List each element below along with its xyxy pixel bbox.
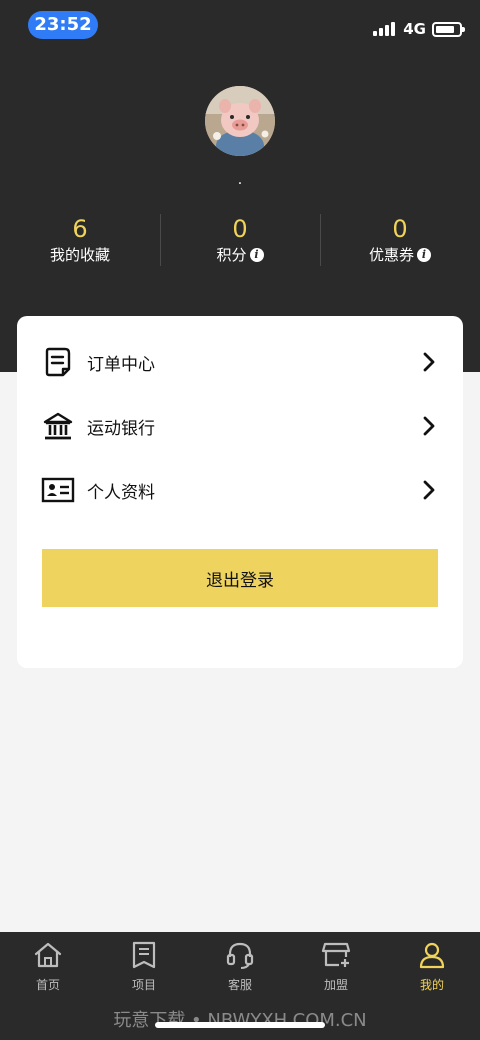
signal-icon bbox=[373, 22, 397, 36]
tab-label: 我的 bbox=[419, 978, 444, 992]
menu-item-orders[interactable]: 订单中心 bbox=[17, 330, 463, 394]
menu-item-sports-bank[interactable]: 运动银行 bbox=[17, 394, 463, 458]
logout-button[interactable]: 退出登录 bbox=[42, 549, 438, 607]
battery-level bbox=[436, 25, 454, 33]
stat-coupons[interactable]: 0 优惠券 i bbox=[320, 214, 480, 268]
menu-card: 订单中心 运动银行 个人资料 退出登录 bbox=[17, 316, 463, 668]
avatar[interactable] bbox=[205, 86, 275, 156]
chevron-right-icon bbox=[423, 416, 435, 436]
status-indicators: 4G bbox=[373, 18, 465, 40]
stat-value: 0 bbox=[392, 215, 408, 243]
tab-projects[interactable]: 项目 bbox=[96, 932, 192, 1004]
username: . bbox=[237, 172, 243, 188]
stats-row: 6 我的收藏 0 积分 i 0 优惠券 i bbox=[0, 214, 480, 268]
watermark-text: 玩意下载 • NBWYXH.COM.CN bbox=[113, 1010, 367, 1031]
home-icon bbox=[34, 942, 62, 968]
info-icon[interactable]: i bbox=[249, 248, 264, 262]
pig-avatar-icon bbox=[205, 86, 275, 156]
stat-favorites[interactable]: 6 我的收藏 bbox=[0, 214, 160, 268]
tab-label: 加盟 bbox=[323, 978, 348, 992]
info-icon[interactable]: i bbox=[417, 248, 431, 262]
tab-label: 首页 bbox=[35, 978, 60, 992]
order-document-icon bbox=[41, 345, 75, 379]
stat-label: 我的收藏 bbox=[49, 246, 110, 264]
stat-label: 积分 bbox=[216, 246, 247, 264]
tab-home[interactable]: 首页 bbox=[0, 932, 96, 1004]
tab-mine[interactable]: 我的 bbox=[384, 932, 480, 1004]
tab-label: 客服 bbox=[227, 978, 252, 992]
user-icon bbox=[419, 942, 445, 969]
project-icon bbox=[132, 941, 156, 969]
stat-value: 6 bbox=[72, 215, 88, 243]
stat-points[interactable]: 0 积分 i bbox=[160, 214, 320, 268]
battery-icon bbox=[432, 21, 465, 37]
tab-franchise[interactable]: 加盟 bbox=[288, 932, 384, 1004]
menu-item-profile[interactable]: 个人资料 bbox=[17, 458, 463, 522]
tab-label: 项目 bbox=[131, 978, 156, 992]
status-bar: 23:52 4G bbox=[0, 0, 480, 52]
bank-icon bbox=[41, 409, 75, 443]
menu-item-label: 个人资料 bbox=[87, 482, 155, 503]
storefront-plus-icon bbox=[321, 942, 351, 967]
chevron-right-icon bbox=[423, 352, 435, 372]
chevron-right-icon bbox=[423, 480, 435, 500]
stat-label: 优惠券 bbox=[368, 246, 414, 264]
headset-icon bbox=[226, 942, 254, 969]
tab-customer-service[interactable]: 客服 bbox=[192, 932, 288, 1004]
menu-item-label: 订单中心 bbox=[87, 354, 155, 375]
stat-value: 0 bbox=[232, 215, 248, 243]
profile-screen: 23:52 4G . 6 我的收藏 0 积分 i 0 优惠券 i 订单中心 运动… bbox=[0, 0, 480, 1040]
id-card-icon bbox=[41, 473, 75, 507]
network-label: 4G bbox=[403, 20, 426, 38]
status-time: 23:52 bbox=[28, 11, 98, 39]
tab-bar: 首页 项目 客服 加盟 我的 玩意下载 • NBWYXH.COM.CN bbox=[0, 932, 480, 1040]
menu-item-label: 运动银行 bbox=[87, 418, 155, 439]
home-indicator[interactable] bbox=[155, 1022, 325, 1028]
